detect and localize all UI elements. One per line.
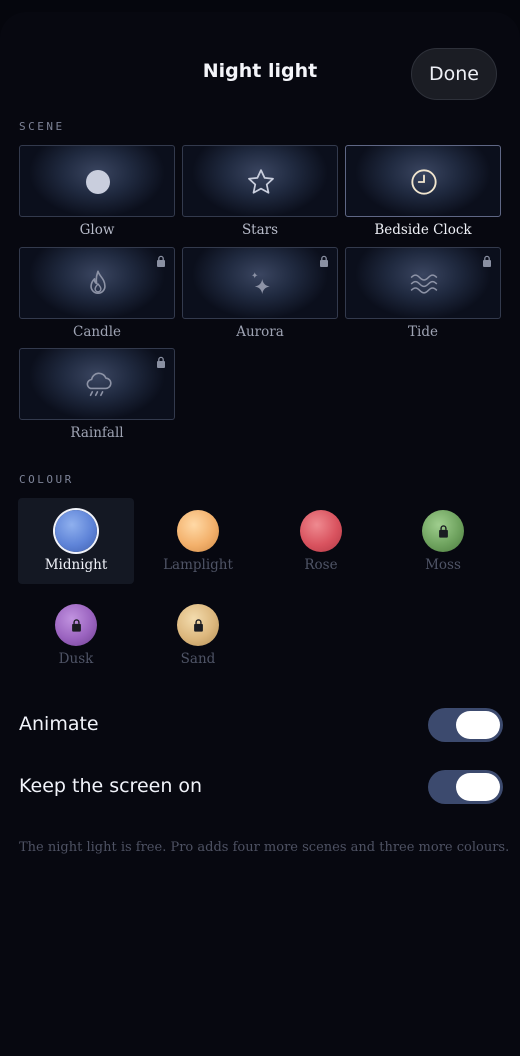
colour-label: Moss	[425, 557, 461, 573]
colour-ball	[55, 604, 97, 646]
keep-screen-on-label: Keep the screen on	[19, 775, 203, 797]
colour-ball	[55, 510, 97, 552]
lock-icon	[483, 255, 491, 267]
footnote: The night light is free. Pro adds four m…	[19, 840, 510, 855]
colour-moss[interactable]: Moss	[385, 498, 501, 584]
circle-icon	[78, 162, 118, 202]
colour-midnight[interactable]: Midnight	[18, 498, 134, 584]
night-light-sheet: Night light Done SCENE Glow Stars Bedsid…	[0, 12, 520, 1056]
animate-label: Animate	[19, 713, 99, 735]
colour-label: Midnight	[44, 557, 108, 573]
colour-rose[interactable]: Rose	[263, 498, 379, 584]
header: Night light Done	[0, 12, 520, 112]
lock-icon	[157, 255, 165, 267]
scene-tile	[345, 145, 501, 217]
star-icon	[241, 162, 281, 202]
scene-candle[interactable]: Candle	[19, 247, 175, 347]
toggle-knob	[456, 711, 500, 739]
scene-rainfall[interactable]: Rainfall	[19, 348, 175, 448]
scene-label: Candle	[72, 324, 122, 340]
scene-label: Stars	[241, 222, 279, 238]
waves-icon	[404, 264, 444, 304]
scene-tile	[19, 348, 175, 420]
scene-tile	[182, 145, 338, 217]
colour-ball	[177, 510, 219, 552]
lock-icon	[438, 525, 448, 538]
scene-label: Glow	[79, 222, 115, 238]
done-button[interactable]: Done	[411, 48, 497, 100]
scene-label: Aurora	[236, 324, 284, 340]
lock-icon	[193, 619, 203, 632]
scene-tile	[19, 145, 175, 217]
colour-ball	[422, 510, 464, 552]
colour-lamplight[interactable]: Lamplight	[140, 498, 256, 584]
scene-tile	[19, 247, 175, 319]
colour-label: Lamplight	[163, 557, 233, 573]
rain-cloud-icon	[78, 365, 118, 405]
toggle-knob	[456, 773, 500, 801]
colour-label: Rose	[304, 557, 338, 573]
scene-label: Tide	[408, 324, 438, 340]
colour-label: Dusk	[58, 651, 94, 667]
scene-tile	[182, 247, 338, 319]
scene-section-label: SCENE	[19, 120, 65, 133]
lock-icon	[71, 619, 81, 632]
animate-toggle[interactable]	[428, 708, 503, 742]
scene-aurora[interactable]: Aurora	[182, 247, 338, 347]
lock-icon	[157, 356, 165, 368]
colour-ball	[300, 510, 342, 552]
scene-bedside-clock[interactable]: Bedside Clock	[345, 145, 501, 245]
colour-ball	[177, 604, 219, 646]
scene-tile	[345, 247, 501, 319]
colour-sand[interactable]: Sand	[140, 592, 256, 678]
flame-icon	[78, 264, 118, 304]
colour-dusk[interactable]: Dusk	[18, 592, 134, 678]
colour-label: Sand	[180, 651, 216, 667]
scene-glow[interactable]: Glow	[19, 145, 175, 245]
lock-icon	[320, 255, 328, 267]
scene-label: Rainfall	[70, 425, 124, 441]
scene-stars[interactable]: Stars	[182, 145, 338, 245]
colour-section-label: COLOUR	[19, 473, 74, 486]
clock-icon	[404, 162, 444, 202]
scene-tide[interactable]: Tide	[345, 247, 501, 347]
keep-screen-on-toggle[interactable]	[428, 770, 503, 804]
sparkle-icon	[241, 264, 281, 304]
keep-screen-on-row: Keep the screen on	[0, 767, 520, 807]
animate-row: Animate	[0, 705, 520, 745]
scene-label: Bedside Clock	[374, 222, 472, 238]
